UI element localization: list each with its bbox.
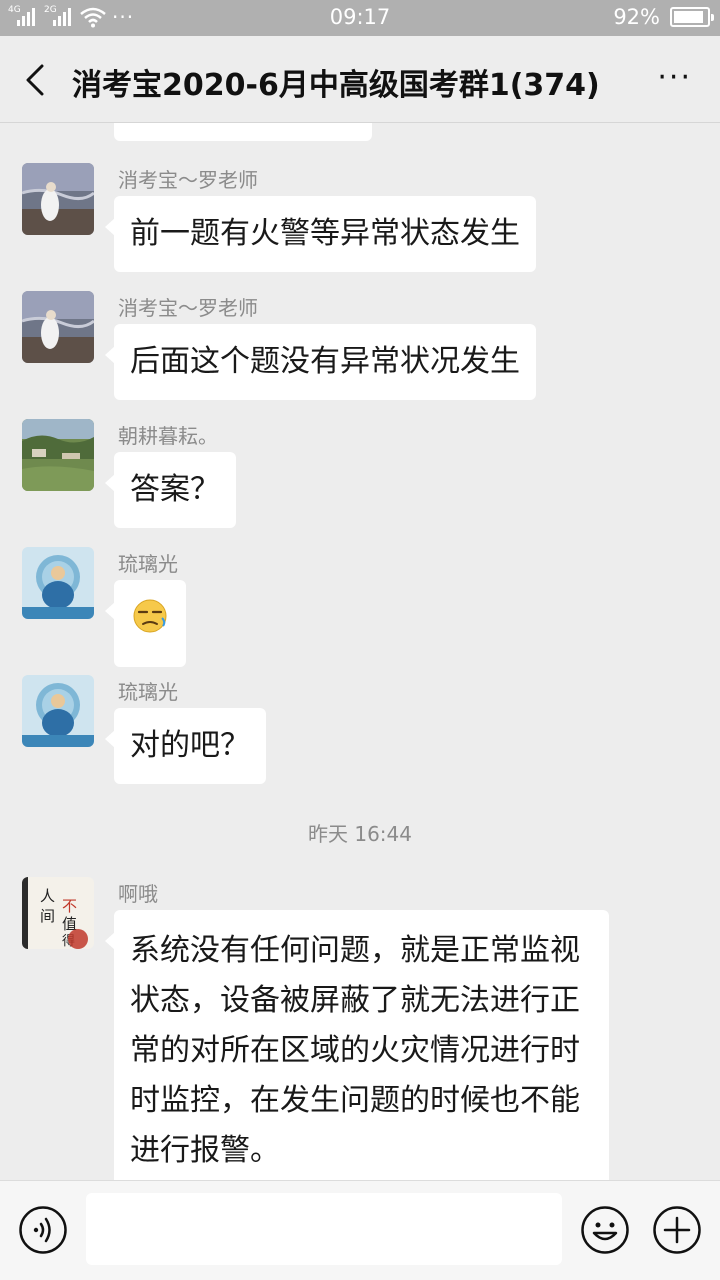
partial-message-bubble[interactable]	[114, 123, 372, 141]
status-bar: 4G 2G ··· 09:17 92%	[0, 0, 720, 36]
chat-header: 消考宝2020-6月中高级国考群1(374) ···	[0, 36, 720, 123]
sender-name: 消考宝～罗老师	[118, 296, 258, 320]
chat-title: 消考宝2020-6月中高级国考群1(374)	[72, 68, 600, 103]
message-bubble[interactable]: 前一题有火警等异常状态发生	[105, 196, 536, 272]
sender-name: 朝耕暮耘。	[118, 424, 218, 448]
buddha-avatar[interactable]	[22, 547, 94, 619]
book-cover-char: 间	[40, 907, 55, 925]
book-cover-char: 人	[40, 887, 55, 905]
message-input[interactable]	[86, 1193, 562, 1265]
book-cover-avatar[interactable]: 人 间 不 值 得	[22, 877, 94, 949]
message-bubble[interactable]: 答案？	[105, 452, 236, 528]
book-cover-char: 不	[62, 897, 77, 915]
beach-figure-avatar[interactable]	[22, 291, 94, 363]
message-bubble[interactable]	[105, 580, 186, 667]
voice-icon[interactable]	[18, 1205, 68, 1255]
message-bubble[interactable]: 系统没有任何问题，就是正常监视状态，设备被屏蔽了就无法进行正常的对所在区域的火灾…	[105, 910, 609, 1180]
sender-name: 琉璃光	[118, 552, 178, 576]
message-bubble[interactable]: 后面这个题没有异常状况发生	[105, 324, 536, 400]
message-bubble[interactable]: 对的吧？	[105, 708, 266, 784]
input-bar	[0, 1180, 720, 1280]
buddha-avatar[interactable]	[22, 675, 94, 747]
message-list[interactable]: 消考宝～罗老师 前一题有火警等异常状态发生 消考宝～罗老师 后面这个题没有异常状…	[0, 123, 720, 1180]
battery-percent: 92%	[613, 5, 660, 29]
battery-icon	[670, 7, 714, 27]
plus-icon[interactable]	[652, 1205, 702, 1255]
sender-name: 啊哦	[118, 882, 158, 906]
sender-name: 琉璃光	[118, 680, 178, 704]
unamused-face-icon	[133, 599, 167, 633]
chevron-left-icon[interactable]	[22, 64, 50, 96]
sender-name: 消考宝～罗老师	[118, 168, 258, 192]
landscape-avatar[interactable]	[22, 419, 94, 491]
emoji-icon[interactable]	[580, 1205, 630, 1255]
status-time: 09:17	[329, 5, 391, 29]
beach-figure-avatar[interactable]	[22, 163, 94, 235]
timestamp-divider: 昨天 16:44	[308, 822, 412, 846]
ellipsis-icon[interactable]: ···	[657, 58, 692, 98]
